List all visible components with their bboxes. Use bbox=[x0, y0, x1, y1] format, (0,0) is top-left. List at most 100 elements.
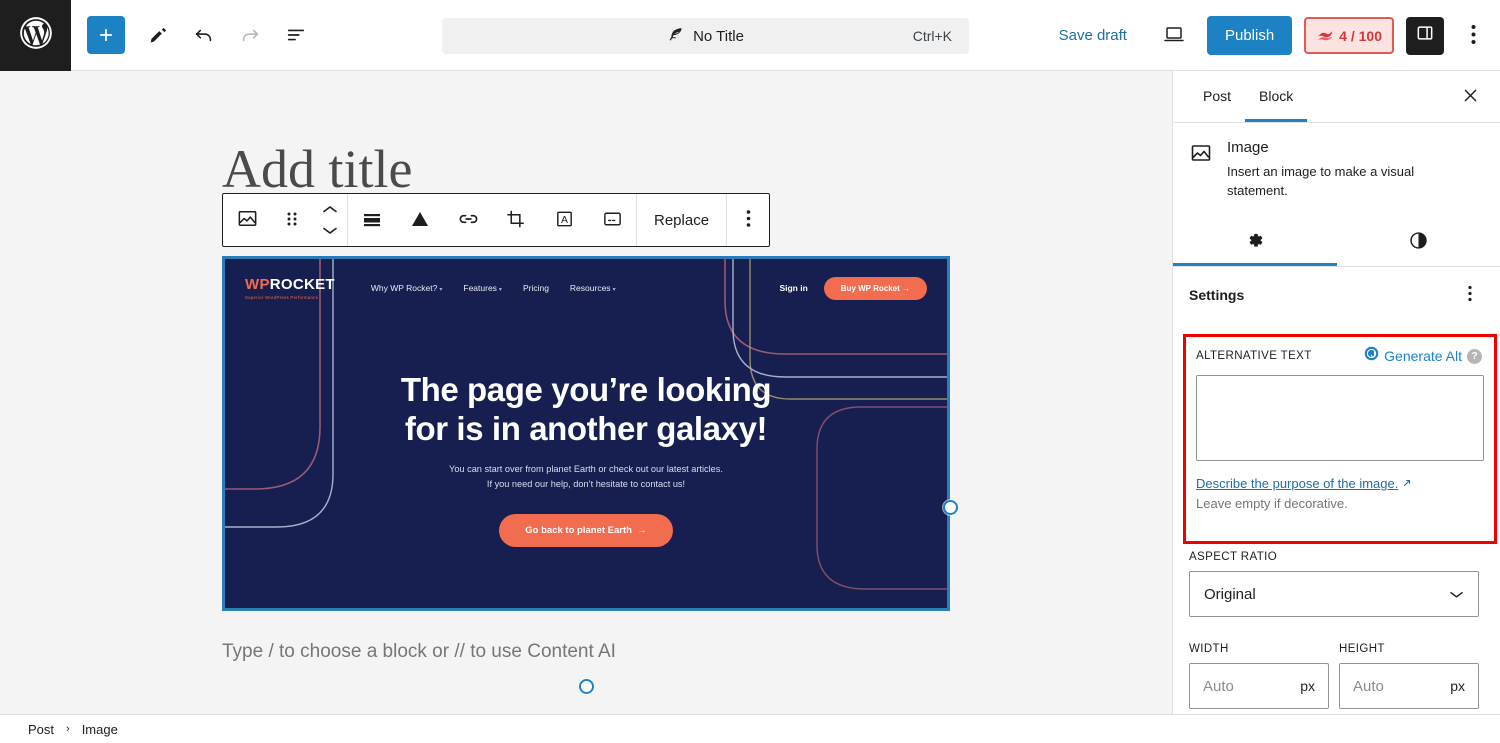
breadcrumb-bar: Post › Image bbox=[0, 714, 1500, 743]
aspect-ratio-select[interactable]: Original bbox=[1189, 571, 1479, 617]
width-placeholder: Auto bbox=[1203, 677, 1234, 695]
crop-icon bbox=[506, 209, 527, 232]
sidebar-block-text: Image Insert an image to make a visual s… bbox=[1227, 139, 1437, 201]
close-sidebar-button[interactable] bbox=[1454, 81, 1486, 113]
alternative-text-input[interactable] bbox=[1196, 375, 1484, 461]
crop-button[interactable] bbox=[492, 194, 540, 246]
aspect-ratio-field: ASPECT RATIO Original bbox=[1189, 551, 1479, 617]
text-over-image-button[interactable]: A bbox=[540, 194, 588, 246]
duotone-filter-button[interactable] bbox=[396, 194, 444, 246]
block-mover[interactable] bbox=[313, 194, 347, 246]
add-block-button[interactable] bbox=[87, 16, 125, 54]
editor-options-button[interactable] bbox=[1456, 16, 1490, 56]
chevron-down-icon bbox=[1449, 586, 1464, 603]
add-caption-icon bbox=[602, 209, 623, 232]
header-tool-group bbox=[71, 12, 319, 58]
sidebar-block-title: Image bbox=[1227, 139, 1269, 156]
chevron-up-icon[interactable] bbox=[322, 201, 338, 219]
height-field: HEIGHT Auto px bbox=[1339, 643, 1479, 709]
sidebar-tabs: Post Block bbox=[1173, 71, 1500, 123]
link-button[interactable] bbox=[444, 194, 492, 246]
image-nav-bar: WPROCKET Superior WordPress Performance … bbox=[225, 271, 947, 305]
generate-alt-ai-icon bbox=[1364, 346, 1379, 366]
settings-more-button[interactable] bbox=[1456, 281, 1484, 309]
command-bar-title: No Title bbox=[693, 27, 744, 45]
block-toolbar-left-segment bbox=[223, 194, 347, 246]
save-draft-button[interactable]: Save draft bbox=[1045, 19, 1141, 52]
styles-contrast-icon bbox=[1408, 230, 1429, 254]
command-bar-center: No Title bbox=[442, 26, 969, 47]
block-toolbar-tools-segment: A bbox=[347, 194, 636, 246]
close-x-icon bbox=[1462, 87, 1479, 107]
svg-text:A: A bbox=[560, 213, 567, 225]
wp-rocket-logo: WPROCKET Superior WordPress Performance bbox=[245, 277, 335, 300]
align-button[interactable] bbox=[348, 194, 396, 246]
alternative-text-label: ALTERNATIVE TEXT bbox=[1196, 350, 1312, 362]
alternative-text-header: ALTERNATIVE TEXT Generate Alt ? bbox=[1186, 337, 1494, 366]
sidebar-settings-row: Settings bbox=[1173, 267, 1500, 319]
wp-rocket-logo-tagline: Superior WordPress Performance bbox=[245, 294, 319, 300]
command-bar-shortcut: Ctrl+K bbox=[912, 28, 952, 44]
chevron-right-icon: › bbox=[66, 723, 70, 735]
nav-link-resources: Resources ▾ bbox=[569, 283, 616, 293]
undo-arrow-icon bbox=[193, 24, 215, 46]
width-input[interactable]: Auto px bbox=[1189, 663, 1329, 709]
block-toolbar-replace-segment: Replace bbox=[636, 194, 726, 246]
nav-link-features: Features ▾ bbox=[463, 283, 502, 293]
block-toolbar: A Replace bbox=[222, 193, 771, 247]
alternative-text-panel: ALTERNATIVE TEXT Generate Alt ? Describe… bbox=[1183, 334, 1497, 544]
image-block[interactable]: WPROCKET Superior WordPress Performance … bbox=[222, 256, 950, 611]
resize-handle-bottom[interactable] bbox=[579, 679, 594, 694]
gear-settings-icon bbox=[1244, 230, 1265, 254]
width-field: WIDTH Auto px bbox=[1189, 643, 1329, 709]
block-options-button[interactable] bbox=[727, 194, 769, 246]
duotone-filter-icon bbox=[409, 209, 431, 232]
drag-handle-button[interactable] bbox=[271, 194, 313, 246]
generate-alt-button[interactable]: Generate Alt ? bbox=[1364, 346, 1482, 366]
add-caption-button[interactable] bbox=[588, 194, 636, 246]
block-toolbar-options-segment bbox=[726, 194, 769, 246]
publish-button[interactable]: Publish bbox=[1206, 16, 1293, 55]
editor-canvas: Add title A Replace WPROCKET Superior Wo… bbox=[0, 71, 1172, 714]
list-view-button[interactable] bbox=[273, 12, 319, 58]
command-bar[interactable]: No Title Ctrl+K bbox=[442, 18, 969, 54]
wp-rocket-404-image: WPROCKET Superior WordPress Performance … bbox=[225, 259, 947, 608]
plus-icon bbox=[96, 25, 116, 45]
resize-handle-right[interactable] bbox=[943, 500, 958, 515]
laptop-preview-icon bbox=[1162, 22, 1186, 49]
preview-button[interactable] bbox=[1153, 15, 1195, 57]
dimensions-fields: WIDTH Auto px HEIGHT Auto px bbox=[1189, 643, 1479, 709]
wp-rocket-logo-wp: WP bbox=[245, 275, 270, 293]
settings-sidebar: Post Block Image Insert an image to make… bbox=[1172, 71, 1500, 714]
seo-score-badge[interactable]: 4 / 100 bbox=[1304, 17, 1394, 54]
block-type-button[interactable] bbox=[223, 194, 271, 246]
kebab-vertical-icon bbox=[1471, 24, 1476, 48]
wp-rocket-logo-text: WPROCKET bbox=[245, 277, 335, 292]
breadcrumb-item-image[interactable]: Image bbox=[82, 722, 118, 737]
image-nav-links: Why WP Rocket? ▾ Features ▾ Pricing Resour… bbox=[371, 283, 616, 293]
chevron-down-icon[interactable] bbox=[322, 222, 338, 240]
height-input[interactable]: Auto px bbox=[1339, 663, 1479, 709]
paragraph-placeholder[interactable]: Type / to choose a block or // to use Co… bbox=[222, 641, 616, 663]
tab-settings[interactable] bbox=[1173, 219, 1337, 266]
sidebar-block-info: Image Insert an image to make a visual s… bbox=[1173, 123, 1500, 201]
redo-button[interactable] bbox=[227, 12, 273, 58]
tab-block[interactable]: Block bbox=[1245, 71, 1307, 122]
settings-sidebar-toggle[interactable] bbox=[1406, 16, 1444, 55]
replace-button[interactable]: Replace bbox=[637, 194, 726, 246]
edit-tool-button[interactable] bbox=[135, 12, 181, 58]
question-mark-icon[interactable]: ? bbox=[1467, 348, 1482, 364]
tab-styles[interactable] bbox=[1337, 219, 1500, 266]
pencil-icon bbox=[148, 25, 169, 46]
nav-link-why-wp-rocket: Why WP Rocket? ▾ bbox=[370, 283, 443, 293]
height-label: HEIGHT bbox=[1339, 643, 1385, 655]
breadcrumb-item-post[interactable]: Post bbox=[28, 722, 54, 737]
header-actions: Save draft Publish 4 / 100 bbox=[1045, 0, 1500, 71]
describe-purpose-link[interactable]: Describe the purpose of the image. bbox=[1196, 476, 1412, 491]
tab-post[interactable]: Post bbox=[1189, 71, 1245, 122]
post-title-input[interactable]: Add title bbox=[222, 139, 412, 199]
image-subtext-line2: If you need our help, don’t hesitate to … bbox=[486, 479, 686, 490]
wordpress-logo-button[interactable] bbox=[0, 0, 71, 71]
undo-button[interactable] bbox=[181, 12, 227, 58]
width-unit: px bbox=[1300, 678, 1315, 694]
